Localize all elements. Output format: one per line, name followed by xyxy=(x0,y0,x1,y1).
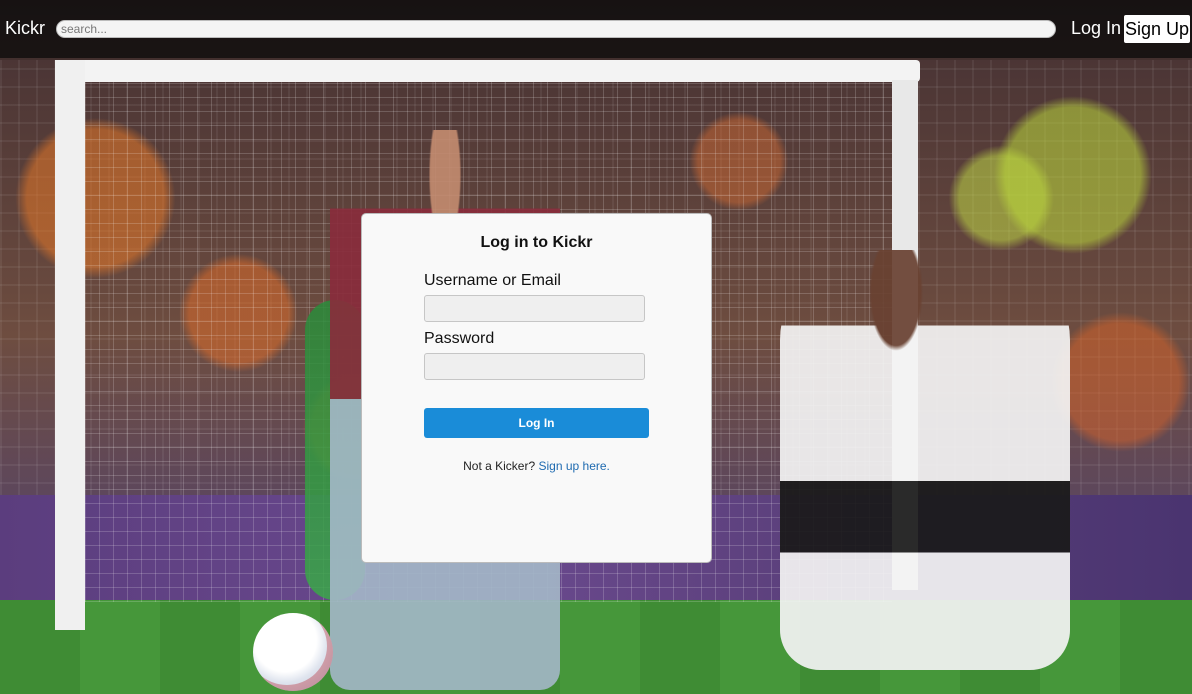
password-label: Password xyxy=(424,330,495,347)
login-submit-button[interactable]: Log In xyxy=(424,408,649,438)
site-logo[interactable]: Kickr xyxy=(5,18,45,38)
login-title: Log in to Kickr xyxy=(480,234,593,251)
player-figure-right xyxy=(780,250,1070,670)
nav-login-link[interactable]: Log In xyxy=(1071,18,1121,38)
username-field[interactable] xyxy=(424,295,645,322)
signup-prompt-line: Not a Kicker? Sign up here. xyxy=(362,459,711,473)
search-input[interactable] xyxy=(56,20,1056,38)
goal-crossbar xyxy=(55,60,920,82)
top-navbar: Kickr Log In Sign Up xyxy=(0,0,1192,58)
password-field[interactable] xyxy=(424,353,645,380)
nav-signup-button[interactable]: Sign Up xyxy=(1124,15,1190,43)
signup-link[interactable]: Sign up here. xyxy=(538,459,609,473)
username-label: Username or Email xyxy=(424,272,561,289)
goal-post-left xyxy=(55,60,85,630)
login-card: Log in to Kickr Username or Email Passwo… xyxy=(361,213,712,563)
football xyxy=(253,613,333,691)
signup-prompt-text: Not a Kicker? xyxy=(463,459,536,473)
